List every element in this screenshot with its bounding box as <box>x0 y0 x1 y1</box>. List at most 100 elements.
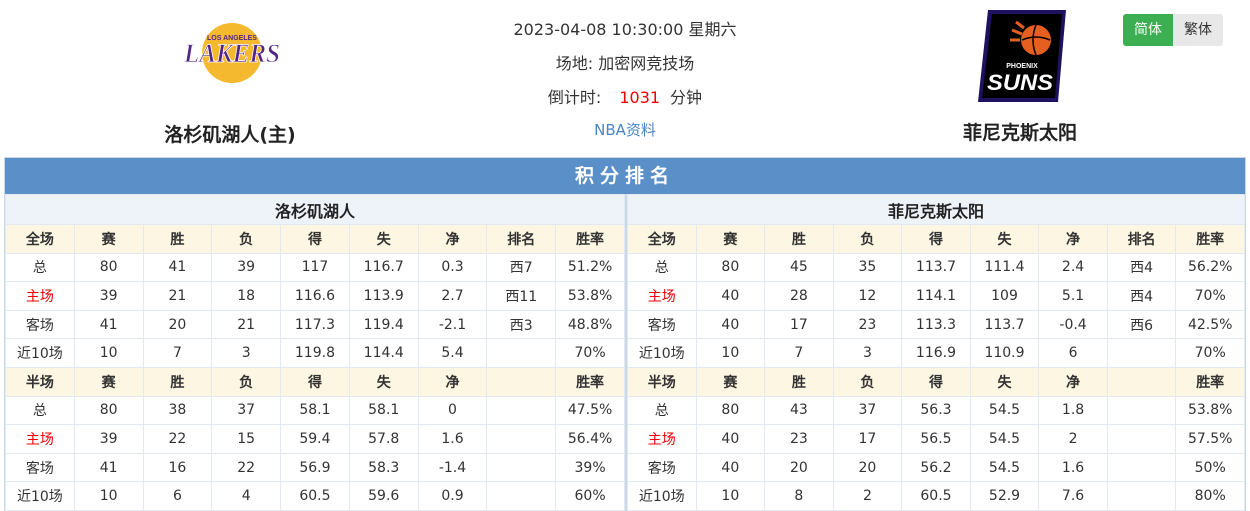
games-cell: 40 <box>695 281 766 311</box>
header-games-cell: 赛 <box>73 224 144 254</box>
losses-cell: 17 <box>832 424 903 454</box>
standings-section: 积分排名 洛杉矶湖人 全场赛胜负得失净排名 胜率总 80 41 39 117 116.7 0.3… <box>4 157 1246 511</box>
rank-cell <box>486 452 557 483</box>
rank-cell <box>486 338 557 368</box>
win-rate-cell: 70% <box>1175 281 1245 311</box>
net-cell: -1.4 <box>417 452 488 483</box>
net-cell: 7.6 <box>1038 481 1108 511</box>
win-rate-cell: 56.2% <box>1175 252 1245 283</box>
scope-cell: 总 <box>5 252 75 283</box>
wins-cell: 8 <box>764 481 834 511</box>
full-game-row: 主场 40 28 12 114.1 109 5.1 西4 70% <box>627 281 1245 311</box>
win-rate-cell: 50% <box>1175 452 1245 483</box>
points-for-cell: 59.4 <box>280 424 350 454</box>
net-cell: 5.4 <box>417 338 488 368</box>
venue-name: 加密网竞技场 <box>598 54 695 73</box>
nba-info-link[interactable]: NBA资料 <box>470 120 780 140</box>
win-rate-cell: 60% <box>555 481 625 511</box>
lakers-logo-icon[interactable]: LOS ANGELES LAKERS <box>175 20 285 92</box>
home-team: LOS ANGELES LAKERS 洛杉矶湖人(主) <box>140 20 320 147</box>
wins-cell: 23 <box>764 424 834 454</box>
games-cell: 80 <box>695 252 766 283</box>
wins-cell: 41 <box>142 252 213 283</box>
half-game-row: 近10场 10 8 2 60.5 52.9 7.6 80% <box>627 481 1245 511</box>
points-for-cell: 60.5 <box>901 481 971 511</box>
half-game-row: 总 80 38 37 58.1 58.1 0 47.5% <box>5 395 625 426</box>
points-against-cell: 57.8 <box>348 424 419 454</box>
points-for-cell: 119.8 <box>280 338 350 368</box>
half-game-header-row: 半场赛胜负得失净 胜率 <box>5 366 625 397</box>
rank-cell <box>1106 395 1177 426</box>
losses-cell: 20 <box>832 452 903 483</box>
win-rate-cell: 53.8% <box>555 281 625 311</box>
net-cell: 2.4 <box>1038 252 1108 283</box>
losses-cell: 4 <box>211 481 282 511</box>
rank-cell: 西4 <box>1106 252 1177 283</box>
points-for-cell: 113.7 <box>901 252 971 283</box>
suns-logo-main-text: SUNS <box>987 70 1053 95</box>
rank-cell: 西6 <box>1106 309 1177 340</box>
points-against-cell: 114.4 <box>348 338 419 368</box>
standings-title: 积分排名 <box>5 158 1245 194</box>
header-net-cell: 净 <box>1038 224 1108 254</box>
simplified-chinese-button[interactable]: 简体 <box>1123 14 1173 46</box>
away-standings-table: 菲尼克斯太阳 全场赛胜负得失净排名 胜率总 80 45 35 113.7 111.4 2.4 西4… <box>627 194 1245 511</box>
suns-logo-icon[interactable]: PHOENIX SUNS <box>970 6 1070 106</box>
scope-cell: 客场 <box>5 452 75 483</box>
away-team-name[interactable]: 菲尼克斯太阳 <box>930 118 1110 145</box>
losses-cell: 37 <box>211 395 282 426</box>
header-rank-cell: 排名 <box>1106 224 1177 254</box>
half-game-row: 主场 40 23 17 56.5 54.5 2 57.5% <box>627 424 1245 454</box>
rank-cell: 西4 <box>1106 281 1177 311</box>
net-cell: -2.1 <box>417 309 488 340</box>
points-against-cell: 54.5 <box>969 424 1040 454</box>
losses-cell: 35 <box>832 252 903 283</box>
losses-cell: 39 <box>211 252 282 283</box>
win-rate-cell: 53.8% <box>1175 395 1245 426</box>
scope-cell: 客场 <box>627 452 697 483</box>
win-rate-cell: 56.4% <box>555 424 625 454</box>
losses-cell: 2 <box>832 481 903 511</box>
standings-team-name: 洛杉矶湖人 <box>5 194 625 225</box>
match-datetime: 2023-04-08 10:30:00 星期六 <box>513 20 737 39</box>
win-rate-cell: 57.5% <box>1175 424 1245 454</box>
scope-cell: 主场 <box>5 424 75 454</box>
losses-cell: 22 <box>211 452 282 483</box>
games-cell: 10 <box>695 481 766 511</box>
header-scope-cell: 半场 <box>627 366 697 397</box>
net-cell: 0 <box>417 395 488 426</box>
header-net-cell: 净 <box>417 224 488 254</box>
rank-cell: 西11 <box>486 281 557 311</box>
full-game-header-row: 全场赛胜负得失净排名 胜率 <box>627 224 1245 254</box>
header-win-rate-cell: 胜率 <box>555 224 625 254</box>
rank-cell <box>1106 481 1177 511</box>
full-game-row: 客场 40 17 23 113.3 113.7 -0.4 西6 42.5% <box>627 309 1245 340</box>
rank-cell: 西7 <box>486 252 557 283</box>
rank-cell <box>1106 452 1177 483</box>
points-for-cell: 56.2 <box>901 452 971 483</box>
points-for-cell: 117 <box>280 252 350 283</box>
header-losses-cell: 负 <box>211 366 282 397</box>
scope-cell: 主场 <box>627 281 697 311</box>
home-team-name[interactable]: 洛杉矶湖人(主) <box>140 120 320 147</box>
header-losses-cell: 负 <box>832 366 903 397</box>
points-for-cell: 56.5 <box>901 424 971 454</box>
wins-cell: 7 <box>764 338 834 368</box>
header-points-for-cell: 得 <box>901 224 971 254</box>
scope-cell: 主场 <box>627 424 697 454</box>
games-cell: 40 <box>695 309 766 340</box>
full-game-header-row: 全场赛胜负得失净排名 胜率 <box>5 224 625 254</box>
win-rate-cell: 70% <box>555 338 625 368</box>
header-scope-cell: 半场 <box>5 366 75 397</box>
rank-cell <box>486 395 557 426</box>
games-cell: 41 <box>73 452 144 483</box>
scope-cell: 总 <box>627 395 697 426</box>
half-game-row: 近10场 10 6 4 60.5 59.6 0.9 60% <box>5 481 625 511</box>
half-game-row: 客场 41 16 22 56.9 58.3 -1.4 39% <box>5 452 625 483</box>
team-title-row: 洛杉矶湖人 <box>5 194 625 225</box>
points-against-cell: 54.5 <box>969 452 1040 483</box>
countdown-unit: 分钟 <box>670 88 703 107</box>
win-rate-cell: 39% <box>555 452 625 483</box>
games-cell: 10 <box>73 338 144 368</box>
traditional-chinese-button[interactable]: 繁体 <box>1173 14 1223 46</box>
